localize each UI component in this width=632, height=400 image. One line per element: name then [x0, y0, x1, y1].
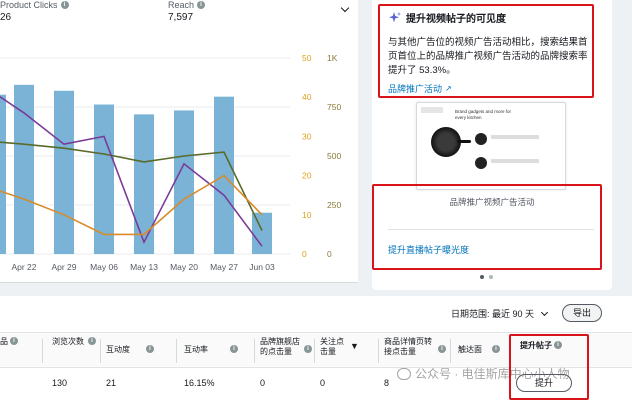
cell-detail-clicks: 8 [384, 378, 390, 388]
highlight-box [372, 184, 602, 270]
info-icon: i [146, 345, 154, 353]
preview-headline: Brand gadgets and more for every kitchen [455, 109, 512, 120]
info-icon: i [438, 345, 446, 353]
cell-engagement-rate: 16.15% [184, 378, 215, 388]
x-tick-label: Apr 22 [11, 262, 36, 272]
y-tick-label: 1K [327, 53, 338, 63]
product-text [491, 135, 539, 139]
date-range-select[interactable]: 日期范围: 最近 90 天 [451, 307, 549, 320]
y-tick-label: 500 [327, 151, 341, 161]
x-tick-label: May 20 [170, 262, 198, 272]
x-tick-label: May 06 [90, 262, 118, 272]
ad-preview-image: Brand gadgets and more for every kitchen [416, 102, 566, 190]
info-icon: i [492, 345, 500, 353]
column-header: 浏览次数 [52, 337, 84, 346]
bar [0, 94, 6, 254]
wechat-icon [397, 367, 411, 380]
y-tick-label: 750 [327, 102, 341, 112]
product-thumb [475, 133, 487, 145]
x-tick-label: Jun 03 [249, 262, 275, 272]
info-icon-wrap[interactable]: i [438, 345, 446, 353]
bar [252, 212, 272, 254]
divider [388, 229, 594, 230]
y-tick-label: 20 [302, 171, 312, 181]
carousel-dot[interactable] [489, 275, 493, 279]
carousel-dot[interactable] [480, 275, 484, 279]
carousel-dots [480, 275, 493, 279]
info-icon-wrap[interactable]: i [146, 345, 154, 353]
x-tick-label: May 27 [210, 262, 238, 272]
boost-live-link[interactable]: 提升直播帖子曝光度 [388, 243, 469, 256]
export-button[interactable]: 导出 [562, 304, 602, 322]
external-link-icon: ↗ [445, 84, 452, 93]
y-tick-label: 30 [302, 131, 312, 141]
card-title: 提升视频帖子的可见度 [388, 10, 506, 25]
performance-chart: Apr 22 Apr 29 May 06 May 13 May 20 May 27 Jun … [0, 53, 341, 272]
info-icon: i [88, 337, 96, 345]
cell-views: 130 [52, 378, 68, 388]
info-icon-wrap[interactable]: i [88, 337, 96, 345]
bar [54, 90, 74, 255]
watermark: 公众号 · 电佳斯库中心小人物 [397, 365, 570, 382]
info-icon-wrap[interactable]: i [304, 345, 312, 353]
y-tick-label: 0 [327, 249, 332, 259]
info-icon[interactable]: i [10, 337, 18, 345]
bar [14, 84, 34, 254]
product-text [491, 159, 539, 163]
info-icon: i [304, 345, 312, 353]
cell-engagement: 21 [106, 378, 117, 388]
bar [134, 114, 154, 254]
column-header: 触达面 [458, 345, 482, 354]
sort-icon[interactable]: ▼ [350, 341, 359, 351]
info-icon: i [230, 345, 238, 353]
brand-logo [421, 107, 443, 113]
cell-follow-clicks: 0 [320, 378, 326, 388]
column-header: 互动率 [184, 345, 208, 354]
y-tick-label: 0 [302, 249, 307, 259]
y-tick-label: 40 [302, 92, 312, 102]
info-icon-wrap[interactable]: i [230, 345, 238, 353]
chevron-down-icon [540, 308, 549, 316]
pan-handle [457, 140, 471, 143]
y-tick-label: 250 [327, 200, 341, 210]
column-header: 关注点击量 [320, 337, 344, 356]
recommendation-card: 提升视频帖子的可见度 与其他广告位的视频广告活动相比，搜索结果首页首位上的品牌推… [372, 0, 612, 290]
y-tick-label: 10 [302, 210, 312, 220]
card-description: 与其他广告位的视频广告活动相比，搜索结果首页首位上的品牌推广视频广告活动的品牌搜… [388, 37, 588, 76]
x-tick-label: Apr 29 [51, 262, 76, 272]
brand-campaign-link[interactable]: 品牌推广活动 ↗ [388, 82, 452, 95]
sparkle-icon [389, 11, 401, 22]
cell-store-clicks: 0 [260, 378, 266, 388]
column-header: 商品详情页转接点击量 [384, 337, 432, 356]
chart-panel: Product Clicks i 26 Reach i 7,597 Apr 22 Ap… [0, 0, 358, 283]
column-header: 互动度 [106, 345, 130, 354]
product-thumb [475, 157, 487, 169]
column-header: 品i [0, 337, 18, 347]
y-tick-label: 50 [302, 53, 312, 63]
info-icon-wrap[interactable]: i [492, 345, 500, 353]
column-header: 品牌旗舰店的点击量 [260, 337, 300, 356]
x-tick-label: May 13 [130, 262, 158, 272]
bar [174, 110, 194, 254]
